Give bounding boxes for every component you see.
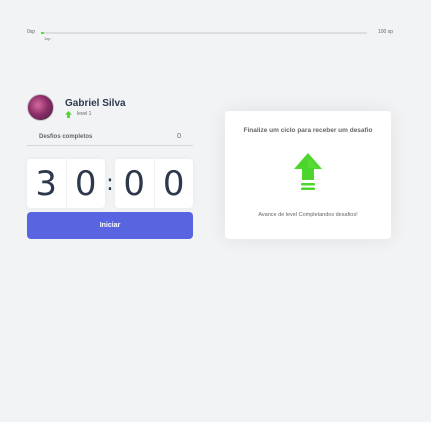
- start-cycle-button[interactable]: Iniciar: [27, 212, 193, 239]
- challenge-box: Finalize um ciclo para receber um desafi…: [225, 111, 391, 239]
- second-tens-digit: 0: [123, 163, 146, 204]
- countdown-separator: :: [106, 171, 114, 196]
- xp-current-label: 1xp: [44, 36, 51, 41]
- profile-info: Gabriel Silva level 1: [65, 98, 126, 118]
- xp-start-label: 0xp: [27, 29, 36, 35]
- minute-units-digit: 0: [65, 159, 106, 208]
- minute-tens-digit: 3: [35, 163, 58, 204]
- challenge-title: Finalize um ciclo para receber um desafi…: [243, 127, 373, 134]
- countdown-seconds: 0 0: [115, 159, 193, 208]
- level-up-arrow-icon: [65, 110, 72, 118]
- level-label: level 1: [77, 111, 92, 117]
- countdown: 3 0 : 0 0: [27, 159, 193, 208]
- challenge-text: Avance de level Completandos desafios!: [258, 212, 358, 218]
- xp-fill: [41, 32, 45, 34]
- second-units-digit: 0: [153, 159, 194, 208]
- completed-challenges-value: 0: [177, 133, 181, 140]
- completed-challenges-label: Desfios completos: [39, 133, 93, 140]
- countdown-minutes: 3 0: [27, 159, 105, 208]
- xp-end-label: 100 xp: [377, 29, 393, 35]
- experience-bar: 0xp 1xp 100 xp: [27, 28, 393, 42]
- profile: Gabriel Silva level 1: [27, 94, 126, 121]
- completed-challenges: Desfios completos 0: [27, 128, 193, 146]
- profile-level: level 1: [65, 110, 126, 118]
- avatar: [27, 94, 54, 121]
- profile-name: Gabriel Silva: [65, 97, 126, 109]
- level-up-icon: [294, 153, 322, 190]
- xp-track: [41, 32, 367, 34]
